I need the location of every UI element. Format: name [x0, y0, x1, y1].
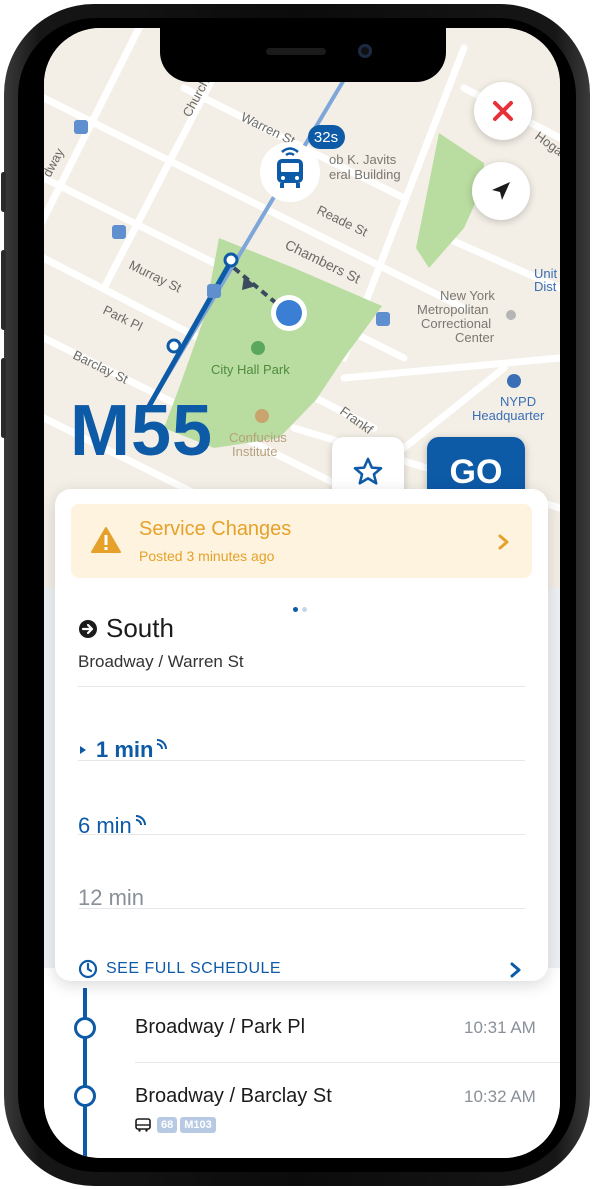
chevron-right-icon — [498, 534, 509, 550]
stop-marker — [74, 1085, 96, 1107]
direction-arrow-icon — [79, 619, 97, 638]
place-label-nypd-2: Headquarter — [472, 408, 545, 423]
place-label-mcc-1: New York — [440, 288, 495, 303]
place-label-javits-2: eral Building — [329, 167, 401, 182]
place-label-mcc-2: Metropolitan — [417, 302, 489, 317]
route-badge[interactable]: 68 — [157, 1117, 178, 1133]
selected-arrow-icon — [80, 746, 86, 754]
arrival-time: 6 min — [78, 813, 132, 838]
place-label-unit-2: Dist — [534, 279, 557, 294]
realtime-signal-icon — [157, 739, 168, 750]
silent-switch — [1, 172, 6, 212]
stop-row-name: Broadway / Barclay St — [135, 1085, 332, 1107]
service-changes-subtitle: Posted 3 minutes ago — [139, 548, 275, 564]
volume-down-button — [1, 358, 6, 438]
warning-icon — [91, 527, 121, 553]
route-timeline — [83, 988, 87, 1158]
route-name: M55 — [70, 391, 214, 471]
location-arrow-icon — [492, 182, 510, 200]
transfer-routes: 68 M103 — [135, 1117, 219, 1133]
front-camera — [358, 44, 372, 58]
divider — [78, 686, 525, 687]
chevron-right-icon — [510, 962, 521, 978]
place-label-javits-1: ob K. Javits — [329, 152, 397, 167]
place-label-mcc-3: Correctional — [421, 316, 491, 331]
realtime-signal-icon — [135, 815, 146, 826]
volume-up-button — [1, 250, 6, 330]
see-full-schedule-link[interactable]: SEE FULL SCHEDULE — [78, 959, 281, 979]
service-changes-title: Service Changes — [139, 518, 292, 540]
stop-row-time: 10:31 AM — [464, 1018, 536, 1037]
service-changes-banner[interactable]: Service Changes Posted 3 minutes ago — [71, 504, 532, 578]
stop-name: Broadway / Warren St — [78, 652, 244, 671]
locate-button[interactable] — [472, 162, 530, 220]
place-label-mcc-4: Center — [455, 330, 495, 345]
bus-icon — [135, 1118, 151, 1132]
stop-row-time: 10:32 AM — [464, 1087, 536, 1106]
page-indicator — [291, 599, 309, 617]
star-icon — [353, 457, 383, 485]
divider — [135, 1062, 560, 1063]
divider — [78, 908, 525, 909]
close-icon — [493, 101, 513, 121]
see-full-schedule-label: SEE FULL SCHEDULE — [106, 960, 282, 977]
page-dot — [302, 607, 307, 612]
direction-heading: South — [78, 613, 174, 644]
stop-row-name: Broadway / Park Pl — [135, 1016, 306, 1038]
arrival-row-2[interactable]: 6 min — [78, 813, 148, 839]
notch — [160, 28, 446, 82]
place-label-nypd-1: NYPD — [500, 394, 536, 409]
stop-marker — [74, 1017, 96, 1039]
divider — [78, 760, 525, 761]
earpiece — [266, 48, 326, 55]
page-dot-active — [293, 607, 298, 612]
app-screen: Church Warren St Reade St Chambers St Mu… — [44, 28, 560, 1158]
divider — [78, 834, 525, 835]
place-label-confucius-1: Confucius — [229, 430, 287, 445]
clock-icon — [78, 959, 98, 979]
route-badge[interactable]: M103 — [180, 1117, 216, 1133]
close-button[interactable] — [474, 82, 532, 140]
place-label-confucius-2: Institute — [232, 444, 278, 459]
direction-label: South — [106, 613, 174, 643]
bus-eta-text: 32s — [314, 129, 338, 146]
stops-list — [44, 968, 560, 1158]
place-label-city-hall: City Hall Park — [211, 362, 290, 377]
arrivals-card: Service Changes Posted 3 minutes ago Sou… — [55, 489, 548, 981]
